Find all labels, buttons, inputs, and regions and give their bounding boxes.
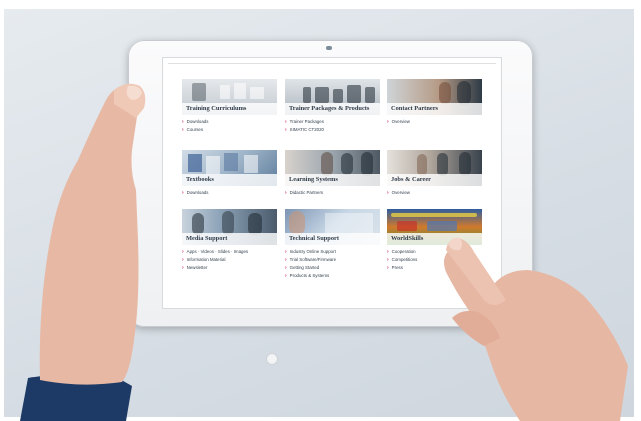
hands-illustration: [20, 83, 628, 421]
left-hand: [39, 86, 139, 385]
